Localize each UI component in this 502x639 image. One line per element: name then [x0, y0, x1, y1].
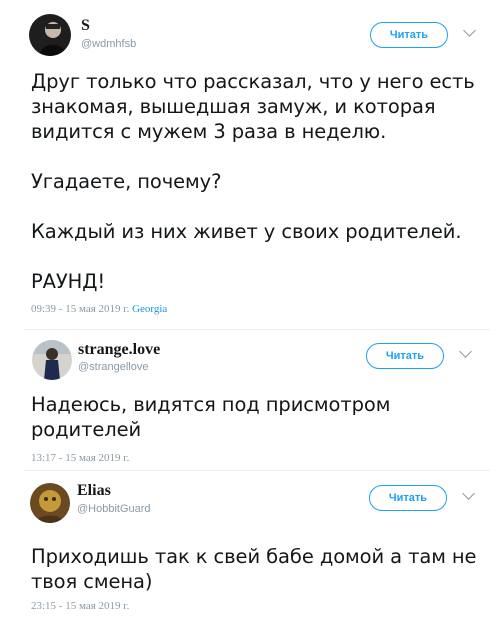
tweet-3: Elias @HobbitGuard Читать Приходишь так … — [0, 470, 502, 639]
author-handle[interactable]: @strangellove — [78, 361, 148, 373]
tweet-meta: 09:39 - 15 мая 2019 г. Georgia — [31, 303, 167, 315]
follow-button[interactable]: Читать — [370, 22, 448, 48]
avatar[interactable] — [29, 14, 71, 56]
timestamp[interactable]: 13:17 - 15 мая 2019 г. — [31, 452, 129, 464]
location-link[interactable]: Georgia — [132, 303, 167, 315]
timestamp[interactable]: 23:15 - 15 мая 2019 г. — [31, 600, 129, 612]
tweet-2: strange.love @strangellove Читать Надеюс… — [0, 330, 502, 470]
tweet-text: Надеюсь, видятся под присмотром родителе… — [31, 393, 391, 441]
timestamp[interactable]: 09:39 - 15 мая 2019 г. — [31, 303, 129, 315]
follow-button[interactable]: Читать — [366, 343, 444, 369]
author-handle[interactable]: @wdmhfsb — [81, 38, 136, 50]
chevron-down-icon[interactable] — [462, 487, 475, 500]
tweet-text: Друг только что рассказал, что у него ес… — [31, 70, 475, 293]
chevron-down-icon[interactable] — [459, 345, 472, 358]
author-name[interactable]: Elias — [77, 482, 111, 500]
tweet-1: S @wdmhfsb Читать Друг только что расска… — [0, 0, 502, 330]
tweet-text: Приходишь так к свей бабе домой а там не… — [31, 545, 477, 593]
author-handle[interactable]: @HobbitGuard — [77, 503, 151, 515]
tweet-meta: 23:15 - 15 мая 2019 г. — [31, 600, 129, 612]
author-name[interactable]: S — [81, 17, 90, 35]
avatar[interactable] — [32, 340, 72, 380]
tweet-meta: 13:17 - 15 мая 2019 г. — [31, 452, 129, 464]
author-name[interactable]: strange.love — [78, 341, 160, 359]
chevron-down-icon[interactable] — [463, 24, 476, 37]
follow-button[interactable]: Читать — [369, 485, 447, 511]
avatar[interactable] — [30, 483, 70, 523]
